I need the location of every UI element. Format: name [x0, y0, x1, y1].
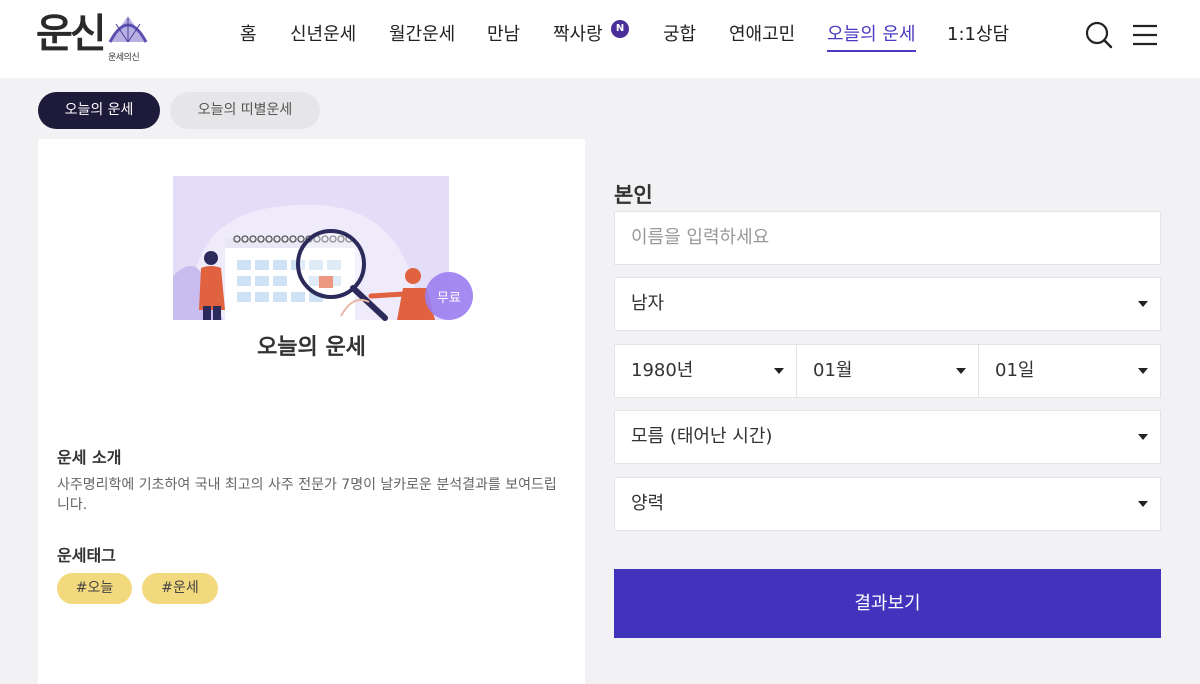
- nav-item-new-year[interactable]: 신년운세: [290, 22, 356, 52]
- birth-time-select[interactable]: 모름 (태어난 시간): [614, 410, 1161, 464]
- submit-button[interactable]: 결과보기: [614, 569, 1161, 638]
- birth-month-value: 01월: [813, 360, 853, 381]
- chevron-down-icon: [1138, 501, 1148, 507]
- intro-label: 운세 소개: [57, 448, 122, 467]
- birth-day-select[interactable]: 01일: [978, 344, 1161, 398]
- tab-zodiac-fortune[interactable]: 오늘의 띠별운세: [170, 92, 320, 129]
- tag-today[interactable]: #오늘: [57, 573, 132, 604]
- intro-text: 사주명리학에 기초하여 국내 최고의 사주 전문가 7명이 날카로운 분석결과를…: [57, 477, 557, 513]
- birth-time-value: 모름 (태어난 시간): [631, 426, 773, 447]
- logo-text: 운신: [36, 10, 107, 57]
- chevron-down-icon: [774, 368, 784, 374]
- fortune-card: 무료 오늘의 운세 운세 소개 사주명리학에 기초하여 국내 최고의 사주 전문…: [38, 139, 585, 684]
- nav-item-today-fortune[interactable]: 오늘의 운세: [827, 22, 916, 52]
- fan-icon: [108, 16, 148, 43]
- chevron-down-icon: [1138, 434, 1148, 440]
- header: 운신 운세의신 홈 신년운세 월간운세 만남 짝사랑 N 궁합 연애고민 오늘의…: [0, 0, 1200, 78]
- nav-item-monthly[interactable]: 월간운세: [389, 22, 455, 52]
- chevron-down-icon: [1138, 368, 1148, 374]
- gender-select[interactable]: 남자: [614, 277, 1161, 331]
- nav-item-compatibility[interactable]: 궁합: [663, 22, 696, 52]
- logo-subtitle: 운세의신: [108, 53, 140, 63]
- birth-year-select[interactable]: 1980년: [614, 344, 797, 398]
- chevron-down-icon: [1138, 301, 1148, 307]
- tab-today-fortune[interactable]: 오늘의 운세: [38, 92, 160, 129]
- birth-month-select[interactable]: 01월: [796, 344, 979, 398]
- logo[interactable]: 운신 운세의신: [36, 8, 156, 70]
- search-icon[interactable]: [1084, 20, 1114, 50]
- birth-year-value: 1980년: [631, 360, 694, 381]
- gender-value: 남자: [631, 293, 665, 314]
- form-heading: 본인: [614, 183, 653, 207]
- nav-item-love-worries[interactable]: 연애고민: [729, 22, 795, 52]
- tags-label: 운세태그: [57, 546, 116, 565]
- menu-icon[interactable]: [1130, 20, 1160, 50]
- calendar-type-value: 양력: [631, 493, 665, 514]
- nav-item-meeting[interactable]: 만남: [487, 22, 520, 52]
- chevron-down-icon: [956, 368, 966, 374]
- calendar-type-select[interactable]: 양력: [614, 477, 1161, 531]
- name-input[interactable]: 이름을 입력하세요: [614, 211, 1161, 265]
- card-title: 오늘의 운세: [257, 335, 366, 360]
- nav-item-crush[interactable]: 짝사랑: [553, 22, 603, 52]
- birth-day-value: 01일: [995, 360, 1035, 381]
- new-badge: N: [611, 20, 629, 38]
- nav-item-consult[interactable]: 1:1상담: [947, 22, 1009, 52]
- tag-fortune[interactable]: #운세: [142, 573, 218, 604]
- nav-item-home[interactable]: 홈: [240, 22, 257, 52]
- free-badge: 무료: [437, 291, 461, 306]
